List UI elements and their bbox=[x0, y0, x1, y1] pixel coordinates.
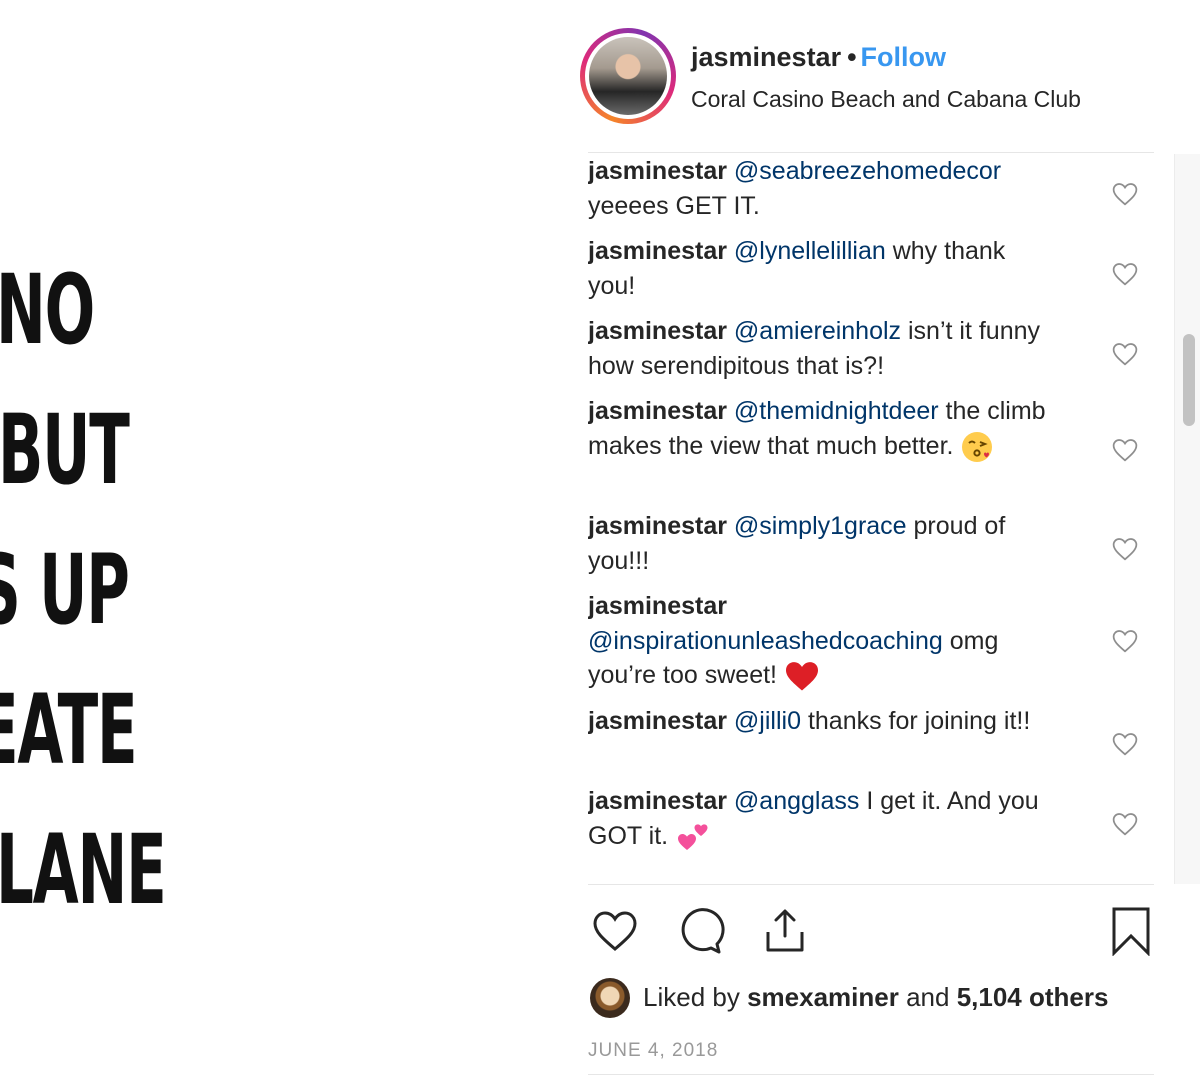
post-text-line-4: EATE bbox=[0, 674, 138, 786]
comment-text: jasminestar @themidnightdeer the climb m… bbox=[588, 394, 1058, 464]
like-comment-heart-icon[interactable] bbox=[1112, 342, 1138, 366]
liker-avatar[interactable] bbox=[590, 978, 630, 1018]
likes-count-link[interactable]: 5,104 others bbox=[957, 982, 1109, 1012]
comment-username[interactable]: jasminestar bbox=[588, 317, 727, 345]
comment-text: jasminestar @amiereinholz isn’t it funny… bbox=[588, 314, 1058, 383]
comment-mention[interactable]: @jilli0 bbox=[734, 707, 801, 735]
comment-item: jasminestar @inspirationunleashedcoachin… bbox=[588, 589, 1156, 704]
comment-username[interactable]: jasminestar bbox=[588, 592, 727, 620]
like-comment-heart-icon[interactable] bbox=[1112, 438, 1138, 462]
comments-scrollbar[interactable] bbox=[1174, 154, 1200, 884]
post-date[interactable]: JUNE 4, 2018 bbox=[588, 1040, 718, 1062]
post-header: jasminestar • Follow Coral Casino Beach an… bbox=[580, 28, 1160, 128]
liked-by-and: and bbox=[906, 982, 950, 1012]
comment-text: jasminestar @inspirationunleashedcoachin… bbox=[588, 589, 1058, 693]
comment-username[interactable]: jasminestar bbox=[588, 512, 727, 540]
comment-username[interactable]: jasminestar bbox=[588, 237, 727, 265]
comment-item: jasminestar @angglass I get it. And you … bbox=[588, 784, 1156, 864]
header-username-line: jasminestar • Follow bbox=[691, 42, 946, 73]
location-link[interactable]: Coral Casino Beach and Cabana Club bbox=[691, 86, 1081, 113]
avatar[interactable] bbox=[589, 37, 667, 115]
separator-dot: • bbox=[847, 42, 857, 72]
comment-item: jasminestar @amiereinholz isn’t it funny… bbox=[588, 314, 1156, 394]
like-comment-heart-icon[interactable] bbox=[1112, 537, 1138, 561]
post-image[interactable]: NO BUT S UP EATE LANE bbox=[0, 0, 560, 1076]
post-actions bbox=[588, 900, 1156, 964]
comment-bubble-icon[interactable] bbox=[675, 906, 725, 956]
comments-list[interactable]: jasminestar @seabreezehomedecor yeeees G… bbox=[588, 154, 1156, 884]
post-side-panel: jasminestar • Follow Coral Casino Beach an… bbox=[560, 0, 1200, 1076]
like-comment-heart-icon[interactable] bbox=[1112, 812, 1138, 836]
header-divider bbox=[588, 152, 1154, 153]
post-text-line-1: NO bbox=[0, 254, 95, 366]
bookmark-icon[interactable] bbox=[1106, 906, 1156, 956]
post-text-line-2: BUT bbox=[0, 394, 130, 506]
comment-body: thanks for joining it!! bbox=[807, 707, 1031, 735]
comment-text: jasminestar @lynellelillian why thank yo… bbox=[588, 234, 1058, 303]
username-link[interactable]: jasminestar bbox=[691, 42, 841, 72]
comment-username[interactable]: jasminestar bbox=[588, 157, 727, 185]
kiss-emoji-icon bbox=[962, 431, 993, 462]
like-comment-heart-icon[interactable] bbox=[1112, 182, 1138, 206]
liked-by-prefix: Liked by bbox=[643, 982, 740, 1012]
comment-mention[interactable]: @lynellelillian bbox=[734, 237, 886, 265]
red-heart-emoji-icon bbox=[785, 662, 818, 691]
story-ring[interactable] bbox=[580, 28, 676, 124]
comment-mention[interactable]: @angglass bbox=[734, 787, 859, 815]
liked-by-text: Liked by smexaminer and 5,104 others bbox=[643, 982, 1108, 1013]
footer-divider bbox=[588, 1074, 1154, 1075]
actions-divider bbox=[588, 884, 1154, 885]
comment-mention[interactable]: @simply1grace bbox=[734, 512, 907, 540]
comment-item: jasminestar @seabreezehomedecor yeeees G… bbox=[588, 154, 1156, 234]
like-heart-icon[interactable] bbox=[590, 906, 640, 956]
share-icon[interactable] bbox=[760, 906, 810, 956]
comment-item: jasminestar @jilli0 thanks for joining i… bbox=[588, 704, 1156, 784]
like-comment-heart-icon[interactable] bbox=[1112, 629, 1138, 653]
comment-mention[interactable]: @themidnightdeer bbox=[734, 397, 939, 425]
comment-text: jasminestar @jilli0 thanks for joining i… bbox=[588, 704, 1058, 739]
comment-username[interactable]: jasminestar bbox=[588, 397, 727, 425]
post-text-line-5: LANE bbox=[0, 814, 167, 926]
like-comment-heart-icon[interactable] bbox=[1112, 732, 1138, 756]
post-text-line-3: S UP bbox=[0, 534, 130, 646]
scrollbar-thumb[interactable] bbox=[1183, 334, 1195, 426]
comment-item: jasminestar @simply1grace proud of you!!… bbox=[588, 509, 1156, 589]
comment-text: jasminestar @seabreezehomedecor yeeees G… bbox=[588, 154, 1058, 223]
follow-button[interactable]: Follow bbox=[861, 42, 946, 72]
liker-username[interactable]: smexaminer bbox=[747, 982, 899, 1012]
comment-mention[interactable]: @inspirationunleashedcoaching bbox=[588, 627, 943, 655]
like-comment-heart-icon[interactable] bbox=[1112, 262, 1138, 286]
comment-text: jasminestar @angglass I get it. And you … bbox=[588, 784, 1058, 854]
comment-username[interactable]: jasminestar bbox=[588, 707, 727, 735]
comment-mention[interactable]: @seabreezehomedecor bbox=[734, 157, 1001, 185]
comment-username[interactable]: jasminestar bbox=[588, 787, 727, 815]
comment-item: jasminestar @lynellelillian why thank yo… bbox=[588, 234, 1156, 314]
comment-item: jasminestar @themidnightdeer the climb m… bbox=[588, 394, 1156, 509]
comment-text: jasminestar @simply1grace proud of you!!… bbox=[588, 509, 1058, 578]
comment-body: yeeees GET IT. bbox=[588, 191, 760, 220]
comment-mention[interactable]: @amiereinholz bbox=[734, 317, 901, 345]
two-hearts-emoji-icon bbox=[678, 824, 708, 850]
